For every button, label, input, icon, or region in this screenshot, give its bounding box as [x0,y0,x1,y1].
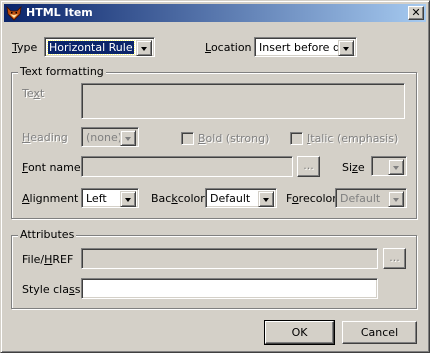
close-button[interactable]: ✕ [408,6,424,20]
close-icon: ✕ [411,6,421,19]
file-href-input[interactable] [81,248,378,269]
chevron-down-icon[interactable] [120,191,136,207]
chevron-down-icon[interactable] [388,191,404,207]
font-browse-button[interactable]: ... [297,156,320,177]
italic-label: Italic (emphasis) [307,132,399,145]
type-select-value: Horizontal Rule [47,40,135,55]
fox-icon [6,5,22,21]
ok-button[interactable]: OK [264,320,335,345]
forecolor-select-value: Default [340,192,381,205]
chevron-down-icon[interactable] [258,191,274,207]
chevron-down-icon[interactable] [388,159,404,175]
alignment-select-value: Left [86,192,107,205]
font-name-input[interactable] [81,156,293,177]
window-title: HTML Item [26,6,93,19]
font-name-label: Font name [22,161,81,174]
forecolor-select[interactable]: Default [335,188,407,208]
type-label: Type [12,41,38,54]
forecolor-label: Forecolor [286,192,337,205]
file-browse-button[interactable]: ... [383,248,406,269]
style-class-input[interactable] [81,278,378,299]
file-href-label: File/HREF [22,253,74,266]
bold-label: Bold (strong) [198,132,270,145]
location-label: Location [205,41,252,54]
backcolor-label: Backcolor [151,192,205,205]
location-select[interactable]: Insert before data [254,37,357,57]
cancel-button[interactable]: Cancel [342,321,417,344]
heading-select[interactable]: (none) [81,127,139,147]
type-select[interactable]: Horizontal Rule [44,37,155,57]
title-bar[interactable]: HTML Item ✕ [4,4,426,22]
heading-select-value: (none) [86,131,123,144]
backcolor-select-value: Default [210,192,251,205]
html-item-dialog: HTML Item ✕ Type Horizontal Rule Locatio… [0,0,430,353]
heading-label: Heading [22,131,68,144]
size-select[interactable] [371,156,407,176]
location-select-value: Insert before data [259,41,340,54]
chevron-down-icon[interactable] [120,130,136,146]
text-textarea[interactable] [81,83,405,119]
alignment-select[interactable]: Left [81,188,139,208]
alignment-label: Alignment [22,192,79,205]
italic-checkbox[interactable] [290,132,303,145]
style-class-label: Style class [22,283,81,296]
text-formatting-legend: Text formatting [18,65,106,78]
text-label: Text [22,87,45,100]
chevron-down-icon[interactable] [136,40,152,56]
attributes-legend: Attributes [18,228,77,241]
chevron-down-icon[interactable] [338,40,354,56]
bold-checkbox[interactable] [181,132,194,145]
size-label: Size [342,161,365,174]
backcolor-select[interactable]: Default [205,188,277,208]
